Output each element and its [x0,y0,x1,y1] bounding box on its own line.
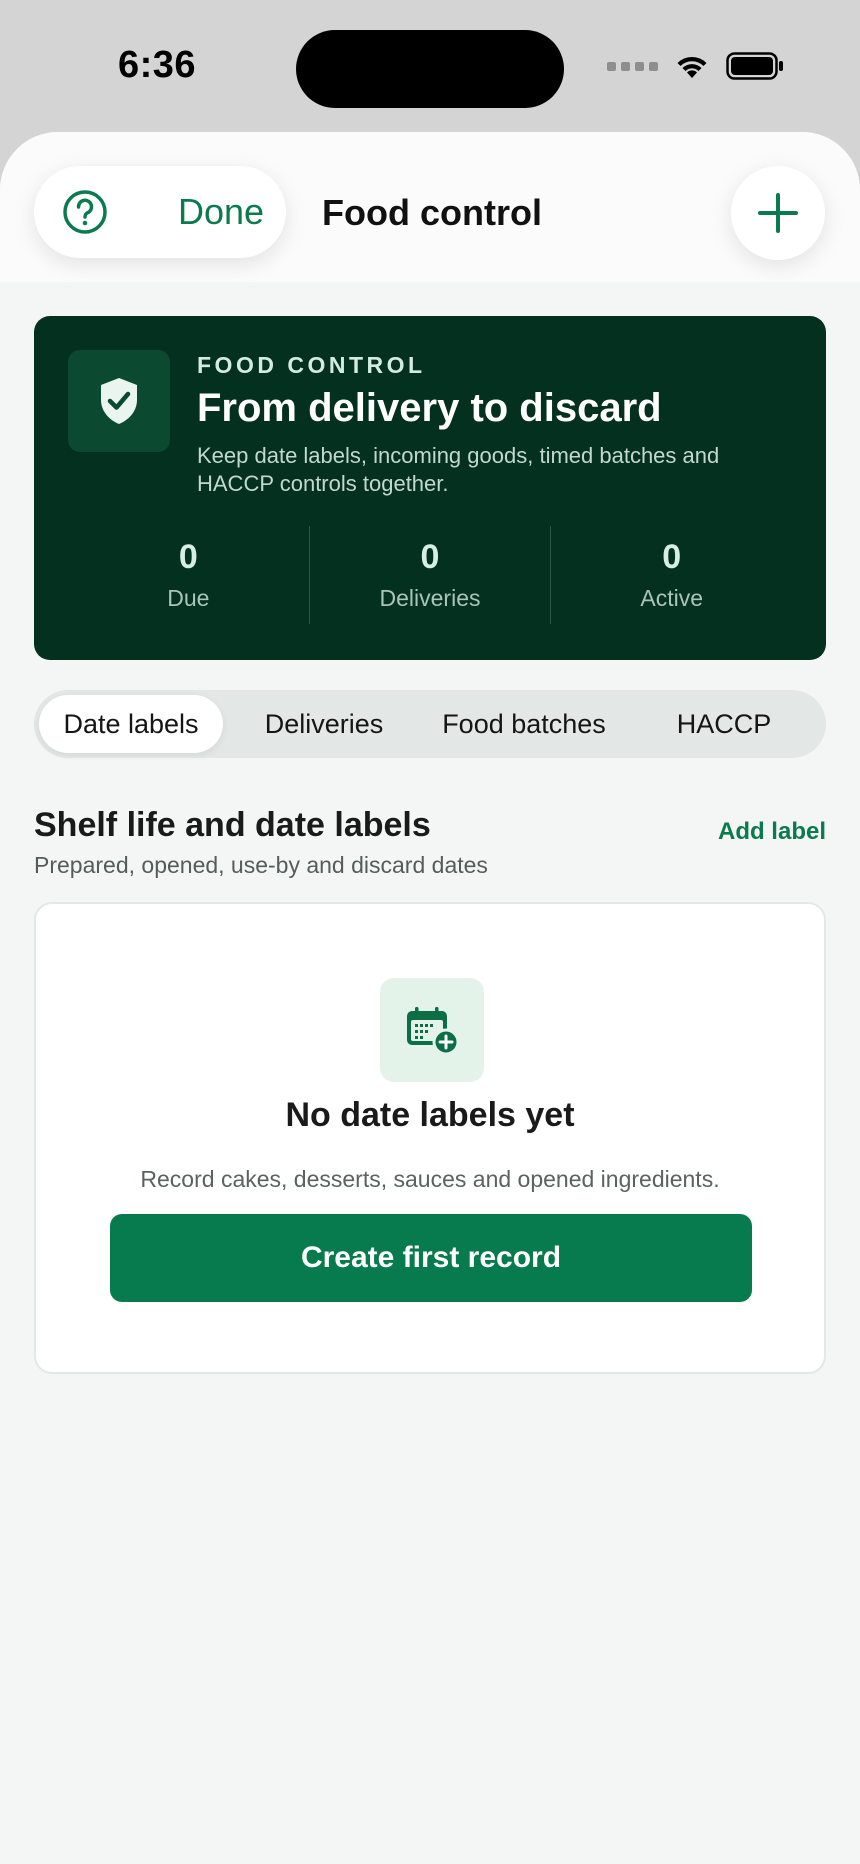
stat-value: 0 [178,538,198,576]
stat-label: Due [167,585,210,611]
section-title: Shelf life and date labels [34,806,431,844]
hero-icon-tile [68,350,170,452]
page-title: Food control [322,192,542,233]
dynamic-island [296,30,564,108]
tab-date-labels[interactable]: Date labels [39,695,223,753]
empty-icon-tile [380,978,484,1082]
sheet-header: Done Food control [0,132,860,282]
empty-state-card: No date labels yet Record cakes, dessert… [34,902,826,1374]
stat-active: 0 Active [550,526,792,624]
header-left-pill: Done [34,166,286,258]
add-label-link[interactable]: Add label [718,818,826,846]
hero-stats: 0 Due 0 Deliveries 0 Active [68,526,792,624]
shield-check-icon [101,378,137,424]
food-control-sheet: Done Food control FOOD CONTROL From deli… [0,132,860,1864]
tab-haccp[interactable]: HACCP [628,695,820,753]
tab-deliveries[interactable]: Deliveries [228,695,420,753]
add-button[interactable] [731,166,825,260]
stat-label: Deliveries [379,585,481,611]
stat-due: 0 Due [68,526,309,624]
segmented-tabs: Date labels Deliveries Food batches HACC… [34,690,826,758]
hero-eyebrow: FOOD CONTROL [197,352,426,378]
tab-food-batches[interactable]: Food batches [426,695,622,753]
done-button[interactable]: Done [178,166,264,258]
cellular-dots-icon [607,61,658,71]
stat-label: Active [640,585,703,611]
status-bar: 6:36 [0,0,860,132]
stat-value: 0 [420,538,440,576]
empty-state-title: No date labels yet [285,1096,575,1134]
plus-icon [758,193,798,233]
empty-state-description: Record cakes, desserts, sauces and opene… [140,1166,720,1192]
hero-title: From delivery to discard [197,386,662,430]
battery-icon [726,52,783,80]
hero-description: Keep date labels, incoming goods, timed … [197,443,720,496]
status-icons [607,52,784,80]
summary-card: FOOD CONTROL From delivery to discard Ke… [34,316,826,660]
stat-deliveries: 0 Deliveries [308,526,551,624]
calendar-add-icon [407,1007,460,1055]
status-time: 6:36 [118,44,197,86]
question-circle-icon [63,190,107,234]
section-subtitle: Prepared, opened, use-by and discard dat… [34,852,488,878]
stat-value: 0 [662,538,682,576]
create-first-record-button[interactable]: Create first record [110,1214,752,1302]
help-button[interactable] [62,189,108,235]
wifi-icon [677,56,707,78]
